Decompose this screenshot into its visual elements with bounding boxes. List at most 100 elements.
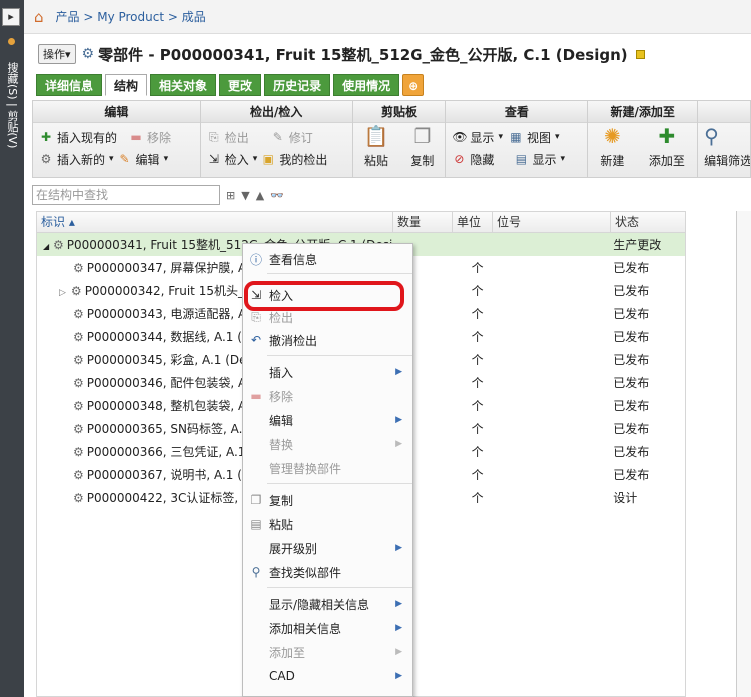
paste-button[interactable]: 📋 粘贴 [364,123,389,175]
submenu-arrow-icon: ▶ [395,623,402,633]
expand-icon[interactable]: ▸ [2,8,20,26]
row-status: 设计 [613,491,638,505]
menu-item-add-related[interactable]: 添加相关信息 ▶ [243,617,412,639]
menu-item-copy[interactable]: ❐ 复制 [243,489,412,511]
checkout-icon: ⎘ [208,129,219,144]
binoculars-icon[interactable]: 👓 [270,189,284,202]
menu-item-show-hide-related[interactable]: 显示/隐藏相关信息 ▶ [243,593,412,615]
add-tab-icon[interactable]: ⊕ [402,74,425,96]
sparkle-icon: ✺ [604,124,621,148]
display-button[interactable]: 显示 [532,151,556,168]
menu-item-view-info[interactable]: ⓘ 查看信息 [243,248,412,270]
chevron-down-icon[interactable]: ▾ [555,132,560,142]
menu-item-manage-substitutes[interactable]: 管理替换部件 [243,457,412,479]
revise-button[interactable]: 修订 [289,129,313,146]
edit-filter-button[interactable]: ⚲ 编辑筛选 [698,123,750,175]
part-gear-icon: ⚙ [73,353,84,367]
show-button[interactable]: 显示 [470,129,494,146]
column-position[interactable]: 位号 [493,212,611,232]
insert-new-button[interactable]: 插入新的 [57,151,105,168]
menu-item-label: 检出 [269,310,294,325]
hide-icon: ⊘ [454,152,465,166]
menu-item-insert[interactable]: 插入 ▶ [243,361,412,383]
row-status: 已发布 [613,284,650,298]
checkout-button[interactable]: 检出 [225,129,249,146]
home-icon[interactable]: ⌂ [34,8,44,26]
checkout-icon: ⎘ [251,309,261,324]
copy-icon: ❐ [250,493,262,507]
menu-item-paste[interactable]: ▤ 粘贴 [243,513,412,535]
row-unit: 个 [471,468,484,482]
tab-usage[interactable]: 使用情况 [333,74,400,96]
minus-icon: ▬ [130,130,142,144]
column-unit[interactable]: 单位 [453,212,493,232]
menu-item-label: 展开级别 [269,541,318,556]
chevron-down-icon[interactable]: ▾ [498,132,503,142]
expand-arrow-icon[interactable]: ▷ [59,288,66,298]
ribbon-group-new: 新建/添加至 ✺ 新建 ✚ 添加至 [588,101,699,177]
column-qty[interactable]: 数量 [393,212,453,232]
collapse-arrow-icon[interactable]: ◢ [43,242,49,251]
row-id: P000000342, Fruit 15机头_5 [84,284,252,298]
chevron-down-icon[interactable]: ▾ [253,154,258,164]
ribbon-group-checkin: 检出/检入 ⎘ 检出 ✎ 修订 ⇲ 检入 ▾ ▣ 我的检出 [200,101,353,177]
tab-details[interactable]: 详细信息 [36,74,103,96]
ribbon-group-filter: ⚲ 编辑筛选 [698,101,750,177]
paste-icon: ▤ [250,517,262,531]
edit-button[interactable]: 编辑 [136,151,160,168]
find-next-icon[interactable]: ▼ [241,189,249,202]
insert-existing-button[interactable]: 插入现有的 [57,129,117,146]
menu-item-find-similar[interactable]: ⚲ 查找类似部件 [243,561,412,583]
table-header: 标识 ▴ 数量 单位 位号 状态 [37,211,685,233]
part-gear-icon: ⚙ [73,491,84,505]
tab-changes[interactable]: 更改 [219,74,262,96]
menu-item-edit[interactable]: 编辑 ▶ [243,409,412,431]
menu-item-add-to[interactable]: 添加至 ▶ [243,641,412,663]
row-id: P000000365, SN码标签, A.1 [86,422,251,436]
breadcrumb-path[interactable]: 产品 > My Product > 成品 [56,8,206,25]
copy-button[interactable]: ❐ 复制 [410,123,434,175]
new-button[interactable]: ✺ 新建 [600,123,624,175]
revise-icon: ✎ [272,130,283,144]
find-prev-icon[interactable]: ▲ [256,189,264,202]
menu-item-remove[interactable]: ▬ 移除 [243,385,412,407]
structure-search-input[interactable]: 在结构中查找 [32,185,220,205]
menu-item-label: 管理替换部件 [269,461,342,476]
menu-item-undo-checkout[interactable]: ↶ 撤消检出 [243,329,412,351]
part-gear-icon: ⚙ [73,261,84,275]
column-status[interactable]: 状态 [611,212,685,232]
row-status: 已发布 [613,307,650,321]
menu-item-label: 替换 [269,437,294,452]
part-gear-icon: ⚙ [70,284,82,298]
part-gear-icon: ⚙ [73,422,84,436]
my-checkouts-icon: ▣ [262,152,274,166]
menu-item-replace[interactable]: 替换 ▶ [243,433,412,455]
chevron-down-icon[interactable]: ▾ [109,154,114,164]
chevron-down-icon[interactable]: ▾ [164,154,169,164]
find-icon[interactable]: ⊞ [226,189,235,202]
tab-history[interactable]: 历史记录 [264,74,331,96]
view-button[interactable]: 视图 [527,129,551,146]
submenu-arrow-icon: ▶ [395,599,402,609]
minus-icon: ▬ [250,389,262,403]
eye-icon: 👁 [452,130,468,144]
add-to-button[interactable]: ✚ 添加至 [649,123,685,175]
checkin-button[interactable]: 检入 [225,151,249,168]
breadcrumb: ⌂ 产品 > My Product > 成品 [24,0,751,34]
add-to-icon: ✚ [658,124,676,148]
copy-icon: ❐ [413,124,432,148]
tab-structure[interactable]: 结构 [105,74,148,96]
remove-button[interactable]: 移除 [147,129,171,146]
menu-item-cad[interactable]: CAD ▶ [243,665,412,687]
my-checkouts-button[interactable]: 我的检出 [279,151,327,168]
sidebar-vertical-label[interactable]: 搜藏(S) | 剪贴(V) [0,58,24,218]
tab-related-objects[interactable]: 相关对象 [150,74,217,96]
hide-button[interactable]: 隐藏 [470,151,494,168]
row-unit: 个 [471,399,484,413]
ribbon-toolbar: 编辑 ✚ 插入现有的 ▬ 移除 ⚙ 插入新的 ▾ ✎ 编辑 ▾ 检出/检入 ⎘ … [32,100,751,178]
menu-item-label: 插入 [269,365,294,380]
column-id[interactable]: 标识 ▴ [37,212,393,232]
chevron-down-icon[interactable]: ▾ [560,154,565,164]
actions-dropdown-button[interactable]: 操作▾ [38,44,76,64]
menu-item-expand-level[interactable]: 展开级别 ▶ [243,537,412,559]
